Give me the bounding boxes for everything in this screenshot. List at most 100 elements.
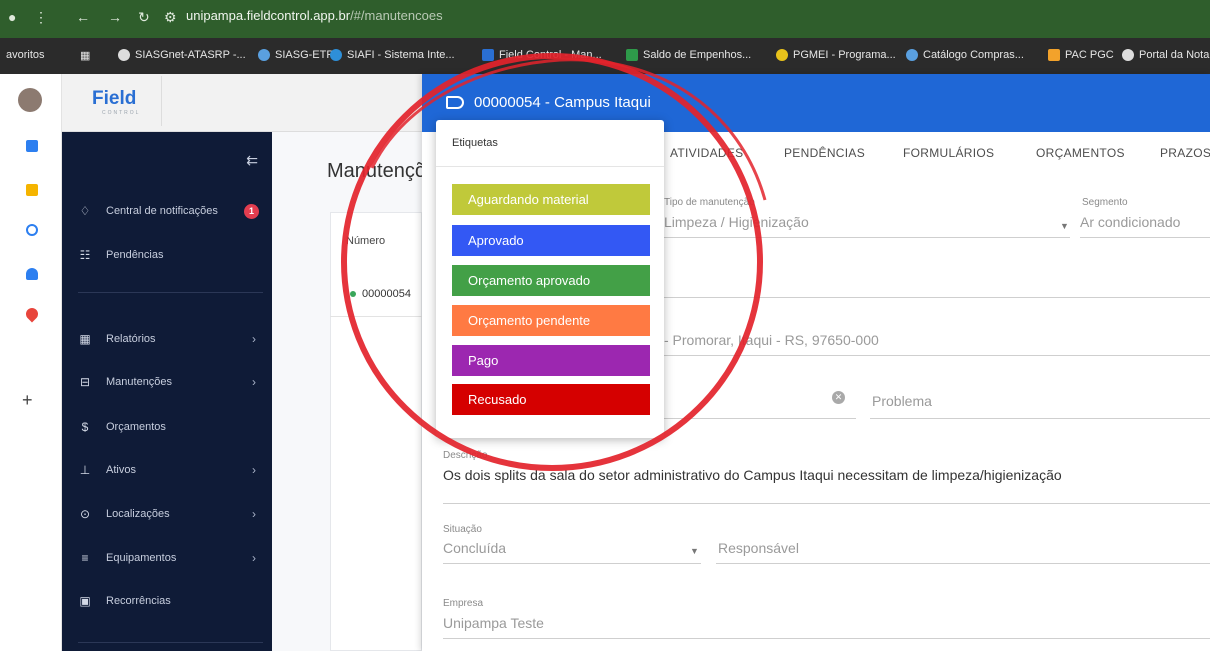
segmento-select[interactable]: Ar condicionado: [1080, 214, 1180, 230]
bookmark-pgmei[interactable]: PGMEI - Programa...: [776, 49, 896, 61]
reload-icon[interactable]: ↻: [138, 9, 150, 26]
bookmark-pac-pgc[interactable]: PAC PGC: [1048, 49, 1114, 61]
tag-aprovado[interactable]: Aprovado: [452, 225, 650, 256]
etiquetas-title: Etiquetas: [452, 137, 498, 149]
sidebar-item-manutencoes[interactable]: ⊟ Manutenções ›: [62, 369, 272, 395]
sidebar-item-equipamentos[interactable]: ≡ Equipamentos ›: [62, 545, 272, 571]
site-icon: [482, 49, 494, 61]
tab-orcamentos[interactable]: ORÇAMENTOS: [1036, 146, 1125, 160]
tab-prazos[interactable]: PRAZOS: [1160, 146, 1210, 160]
sidebar-item-recorrencias[interactable]: ▣ Recorrências: [62, 588, 272, 614]
bookmark-catalogo[interactable]: Catálogo Compras...: [906, 49, 1024, 61]
keep-icon[interactable]: [26, 184, 38, 196]
maps-icon[interactable]: [23, 305, 41, 323]
bookmark-siasg-etp[interactable]: SIASG-ETP: [258, 49, 334, 61]
app-logo-subtitle: CONTROL: [102, 110, 141, 116]
chevron-right-icon: ›: [252, 551, 256, 565]
tag-recusado[interactable]: Recusado: [452, 384, 650, 415]
bookmark-favoritos[interactable]: avoritos: [6, 49, 45, 61]
bookmark-portal-nota[interactable]: Portal da Nota: [1122, 49, 1209, 61]
bell-icon: ♢: [79, 204, 91, 218]
contacts-icon[interactable]: [26, 268, 38, 280]
site-icon: [330, 49, 342, 61]
chevron-down-icon[interactable]: ▼: [690, 546, 699, 556]
site-icon: [258, 49, 270, 61]
chevron-down-icon[interactable]: ▼: [1060, 221, 1069, 231]
sidebar-item-localizacoes[interactable]: ⊙ Localizações ›: [62, 501, 272, 527]
problema-input[interactable]: Problema: [872, 393, 932, 409]
add-icon[interactable]: +: [22, 390, 33, 411]
field-underline: [716, 563, 1210, 564]
empresa-select[interactable]: Unipampa Teste: [443, 615, 544, 631]
calendar-icon[interactable]: [26, 140, 38, 152]
bookmark-siasgnet[interactable]: SIASGnet-ATASRP -...: [118, 49, 246, 61]
clear-icon[interactable]: ✕: [832, 391, 845, 404]
site-icon: [1048, 49, 1060, 61]
descricao-textarea[interactable]: Os dois splits da sala do setor administ…: [443, 467, 1062, 483]
dashboard-icon: ▦: [79, 332, 91, 346]
back-icon[interactable]: ←: [76, 9, 90, 25]
sidebar-divider: [78, 642, 263, 643]
field-underline: [1080, 237, 1210, 238]
chevron-right-icon: ›: [252, 507, 256, 521]
bookmark-saldo-empenhos[interactable]: Saldo de Empenhos...: [626, 49, 751, 61]
collapse-sidebar-icon[interactable]: ⇇: [246, 152, 258, 169]
dollar-icon: $: [81, 420, 89, 434]
detail-panel-title: 00000054 - Campus Itaqui: [474, 94, 651, 111]
tree-icon: ⊥: [79, 463, 91, 477]
responsavel-select[interactable]: Responsável: [718, 540, 799, 556]
table-row[interactable]: 00000054: [362, 288, 411, 300]
sidebar-item-ativos[interactable]: ⊥ Ativos ›: [62, 457, 272, 483]
segmento-label: Segmento: [1082, 197, 1128, 208]
sheet-icon: [626, 49, 638, 61]
site-icon: [776, 49, 788, 61]
endereco-field[interactable]: - Promorar, Itaqui - RS, 97650-000: [664, 332, 879, 348]
column-header-numero[interactable]: Número: [346, 235, 385, 247]
sidebar-item-orcamentos[interactable]: $ Orçamentos: [62, 414, 272, 440]
tag-orcamento-aprovado[interactable]: Orçamento aprovado: [452, 265, 650, 296]
site-icon: [906, 49, 918, 61]
field-underline: [664, 237, 1070, 238]
calendar-icon: ▣: [79, 594, 91, 608]
sidebar-divider: [78, 292, 263, 293]
field-underline: [443, 638, 1210, 639]
tasks-icon[interactable]: [26, 224, 38, 236]
field-underline: [664, 355, 1210, 356]
bookmark-siafi[interactable]: SIAFI - Sistema Inte...: [330, 49, 455, 61]
tab-formularios[interactable]: FORMULÁRIOS: [903, 146, 994, 160]
bookmarks-bar: avoritos ▦ SIASGnet-ATASRP -... SIASG-ET…: [0, 38, 1210, 74]
row-divider: [330, 316, 422, 317]
bookmark-field-control[interactable]: Field Control - Man...: [482, 49, 602, 61]
forward-icon[interactable]: →: [108, 9, 122, 25]
tag-aguardando-material[interactable]: Aguardando material: [452, 184, 650, 215]
list-icon: ☷: [79, 248, 91, 262]
sidebar-item-notificacoes[interactable]: ♢ Central de notificações 1: [62, 198, 272, 224]
sidebar-item-pendencias[interactable]: ☷ Pendências: [62, 242, 272, 268]
tag-pago[interactable]: Pago: [452, 345, 650, 376]
field-underline: [870, 418, 1210, 419]
kebab-menu-icon[interactable]: ⋮: [34, 9, 48, 26]
status-dot: [350, 291, 356, 297]
pin-icon: ⊙: [79, 507, 91, 521]
apps-grid-icon[interactable]: ▦: [80, 49, 90, 62]
tipo-select[interactable]: Limpeza / Higienização: [664, 214, 809, 230]
tag-orcamento-pendente[interactable]: Orçamento pendente: [452, 305, 650, 336]
tab-atividades[interactable]: ATIVIDADES: [670, 146, 743, 160]
empresa-label: Empresa: [443, 598, 484, 609]
globe-icon: [118, 49, 130, 61]
popup-divider: [436, 166, 664, 167]
situacao-select[interactable]: Concluída: [443, 540, 506, 556]
sidebar-item-relatorios[interactable]: ▦ Relatórios ›: [62, 326, 272, 352]
address-bar[interactable]: unipampa.fieldcontrol.app.br/#/manutenco…: [186, 8, 443, 23]
tab-pendencias[interactable]: PENDÊNCIAS: [784, 146, 865, 160]
menu-icon: ≡: [81, 551, 89, 565]
tag-icon[interactable]: [446, 96, 464, 109]
site-info-icon[interactable]: ⚙: [164, 9, 177, 26]
chevron-right-icon: ›: [252, 332, 256, 346]
profile-icon[interactable]: ●: [8, 9, 16, 25]
avatar[interactable]: [18, 88, 42, 112]
field-underline: [664, 297, 1210, 298]
tipo-label: Tipo de manutenção: [664, 197, 755, 208]
app-logo[interactable]: Field: [92, 88, 136, 110]
notification-badge: 1: [244, 203, 259, 219]
